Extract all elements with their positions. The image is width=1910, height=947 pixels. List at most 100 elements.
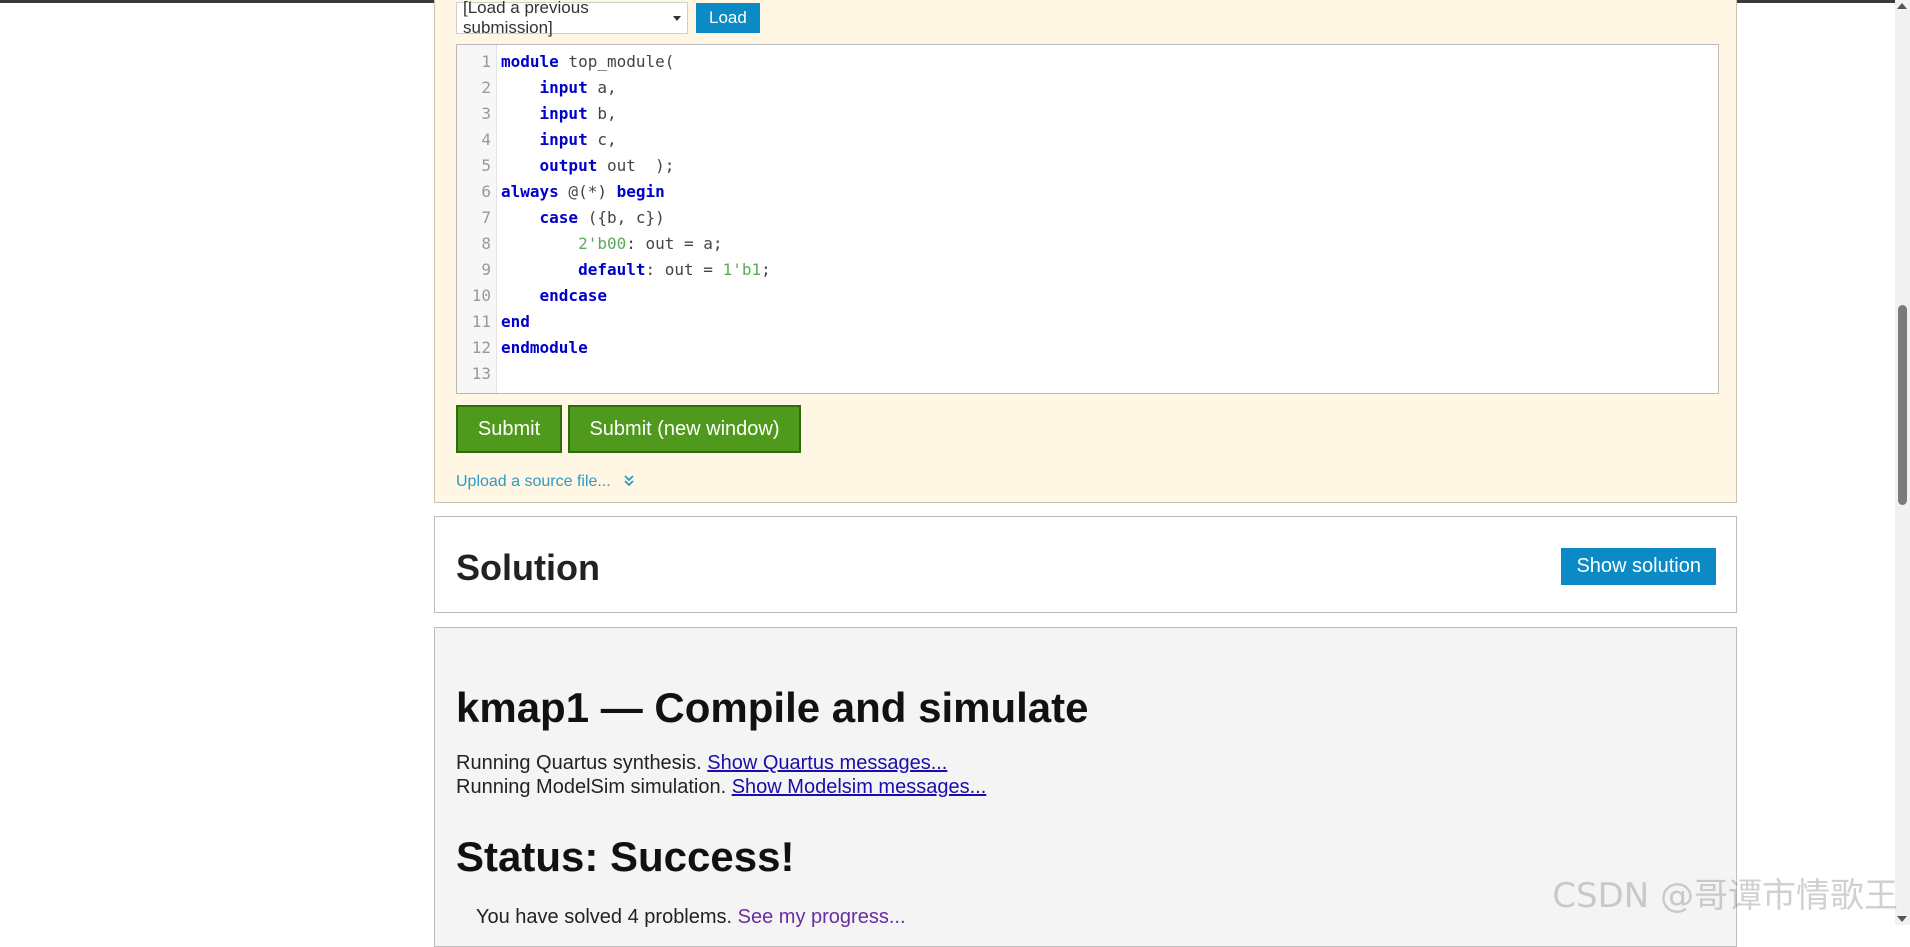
code-line[interactable]: 10 endcase — [457, 283, 1718, 309]
submission-panel: [Load a previous submission] Load 1 modul… — [434, 0, 1737, 503]
double-chevron-down-icon — [623, 474, 635, 490]
code-token: b, — [587, 104, 617, 123]
code-keyword: case — [539, 208, 579, 227]
code-line[interactable]: 3 input b, — [457, 101, 1718, 127]
code-keyword: module — [501, 52, 559, 71]
solution-panel: Solution Show solution — [434, 516, 1737, 613]
line-number: 11 — [471, 312, 491, 331]
line-number: 7 — [481, 208, 491, 227]
code-line[interactable]: 5 output out ); — [457, 153, 1718, 179]
vertical-scrollbar[interactable] — [1895, 0, 1910, 925]
line-number: 10 — [471, 286, 491, 305]
show-modelsim-messages-link[interactable]: Show Modelsim messages... — [732, 776, 987, 798]
code-line[interactable]: 4 input c, — [457, 127, 1718, 153]
scrollbar-thumb[interactable] — [1898, 305, 1907, 505]
code-token: c, — [587, 130, 617, 149]
code-text: output out ); — [501, 153, 675, 179]
code-text: end — [501, 309, 530, 335]
code-literal: 1'b1 — [722, 260, 762, 279]
line-number: 4 — [481, 130, 491, 149]
code-line[interactable]: 7 case ({b, c}) — [457, 205, 1718, 231]
code-token: out ); — [597, 156, 675, 175]
code-text: always @(*) begin — [501, 179, 665, 205]
previous-submission-select[interactable]: [Load a previous submission] — [456, 0, 688, 37]
line-number: 9 — [481, 260, 491, 279]
code-text: input a, — [501, 75, 617, 101]
code-text: input c, — [501, 127, 617, 153]
code-text: input b, — [501, 101, 617, 127]
code-line[interactable]: 11 end — [457, 309, 1718, 335]
code-literal: 2'b00 — [578, 234, 627, 253]
code-token: : out = — [645, 260, 723, 279]
scroll-up-arrow-icon[interactable] — [1897, 3, 1907, 9]
modelsim-message: Running ModelSim simulation. Show Models… — [456, 776, 986, 799]
caret-down-icon — [673, 15, 681, 21]
submit-new-window-button[interactable]: Submit (new window) — [568, 405, 801, 453]
code-line[interactable]: 13 — [457, 361, 1718, 387]
code-keyword: endcase — [539, 286, 607, 305]
scroll-down-arrow-icon[interactable] — [1897, 916, 1907, 922]
results-panel: kmap1 — Compile and simulate Running Qua… — [434, 627, 1737, 947]
modelsim-text: Running ModelSim simulation. — [456, 776, 727, 798]
line-number: 2 — [481, 78, 491, 97]
code-keyword: begin — [616, 182, 665, 201]
load-row: [Load a previous submission] Load — [456, 0, 760, 37]
code-line[interactable]: 2 input a, — [457, 75, 1718, 101]
line-number: 12 — [471, 338, 491, 357]
quartus-text: Running Quartus synthesis. — [456, 752, 702, 774]
quartus-message: Running Quartus synthesis. Show Quartus … — [456, 752, 947, 775]
code-line[interactable]: 9 default: out = 1'b1; — [457, 257, 1718, 283]
code-line[interactable]: 6 always @(*) begin — [457, 179, 1718, 205]
line-number: 3 — [481, 104, 491, 123]
code-keyword: default — [578, 260, 646, 279]
code-keyword: input — [539, 130, 588, 149]
code-keyword: always — [501, 182, 559, 201]
code-keyword: endmodule — [501, 338, 588, 357]
code-text: default: out = 1'b1; — [501, 257, 771, 283]
code-token: : out = a; — [626, 234, 723, 253]
status-title: Status: Success! — [456, 833, 795, 880]
code-line[interactable]: 12 endmodule — [457, 335, 1718, 361]
line-number: 1 — [481, 52, 491, 71]
code-keyword: input — [539, 78, 588, 97]
previous-submission-select-label: [Load a previous submission] — [463, 0, 589, 37]
code-token: @(*) — [558, 182, 617, 201]
show-solution-button[interactable]: Show solution — [1561, 548, 1716, 585]
code-text: endcase — [501, 283, 607, 309]
code-line[interactable]: 8 2'b00: out = a; — [457, 231, 1718, 257]
solution-title: Solution — [456, 547, 600, 588]
line-number: 8 — [481, 234, 491, 253]
code-keyword: output — [539, 156, 598, 175]
line-number: 5 — [481, 156, 491, 175]
code-text: endmodule — [501, 335, 588, 361]
code-line[interactable]: 1 module top_module( — [457, 49, 1718, 75]
line-number: 6 — [481, 182, 491, 201]
code-text: module top_module( — [501, 49, 674, 75]
code-token: a, — [587, 78, 617, 97]
show-quartus-messages-link[interactable]: Show Quartus messages... — [707, 752, 947, 774]
code-keyword: input — [539, 104, 588, 123]
submit-button[interactable]: Submit — [456, 405, 562, 453]
code-editor[interactable]: 1 module top_module(2 input a, 3 input b, 4… — [456, 44, 1719, 394]
progress-message: You have solved 4 problems. See my progr… — [476, 906, 906, 929]
code-keyword: end — [501, 312, 530, 331]
code-text: 2'b00: out = a; — [501, 231, 723, 257]
code-text: case ({b, c}) — [501, 205, 665, 231]
upload-source-file-label: Upload a source file... — [456, 473, 611, 490]
code-token: ({b, c}) — [578, 208, 665, 227]
upload-source-file-link[interactable]: Upload a source file... — [456, 473, 635, 491]
code-token: top_module( — [558, 52, 675, 71]
watermark: CSDN @哥谭市情歌王 — [1552, 876, 1898, 916]
code-token: ; — [761, 260, 771, 279]
load-button[interactable]: Load — [696, 3, 760, 33]
line-number: 13 — [471, 364, 491, 383]
results-title: kmap1 — Compile and simulate — [456, 684, 1089, 731]
